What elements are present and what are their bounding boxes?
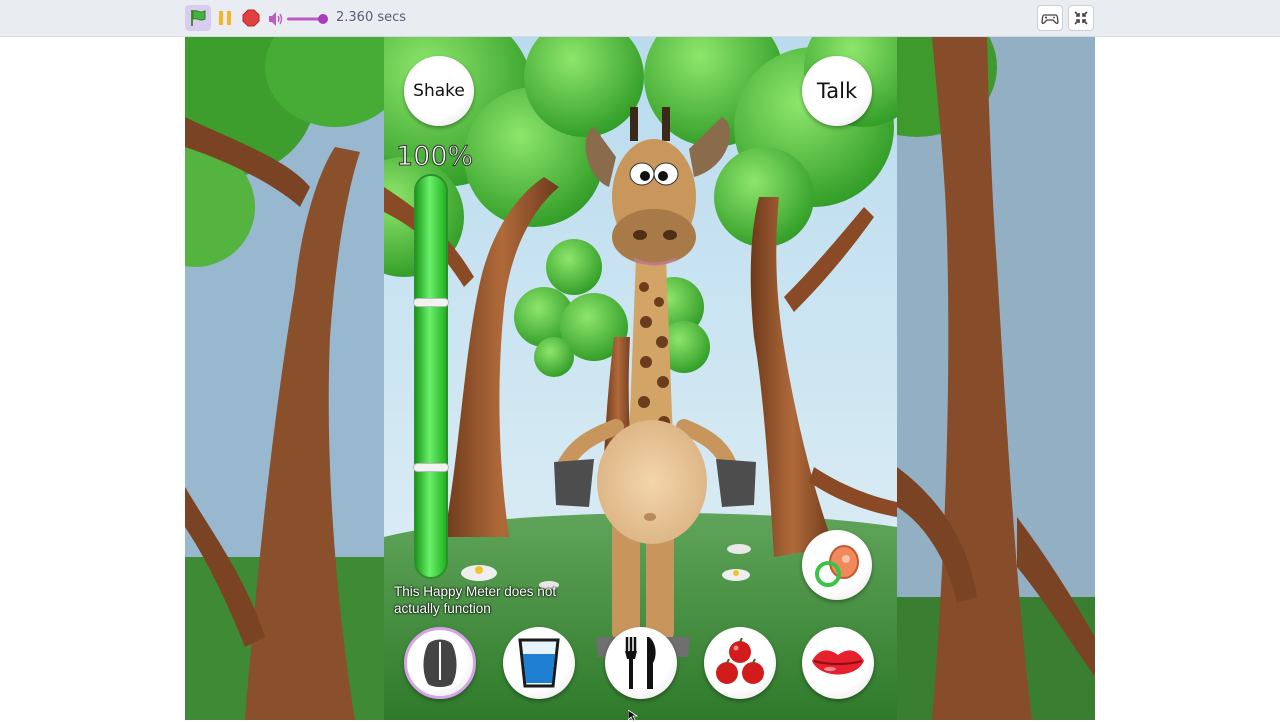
sleep-button[interactable] (404, 627, 476, 699)
pause-button[interactable] (212, 5, 238, 31)
gamepad-button[interactable] (1037, 5, 1063, 31)
player-toolbar: 2.360 secs (0, 0, 1280, 37)
volume-slider[interactable] (268, 10, 330, 28)
game-stage[interactable]: Shake Talk 100% This Happy Meter does no… (185, 37, 1095, 720)
lips-icon (812, 650, 864, 675)
exit-fullscreen-button[interactable] (1068, 5, 1094, 31)
giraffe-character[interactable] (384, 37, 897, 720)
pacifier-icon (815, 545, 859, 587)
happy-meter-bar (413, 174, 449, 579)
apples-icon (716, 638, 764, 684)
fork-knife-icon (625, 637, 656, 689)
water-button[interactable] (503, 627, 575, 699)
main-game-panel: Shake Talk 100% This Happy Meter does no… (384, 37, 897, 720)
sleep-icon (423, 639, 457, 687)
pause-icon (219, 11, 231, 25)
meter-ring (413, 298, 449, 307)
pacifier-button[interactable] (802, 530, 872, 600)
green-flag-icon (191, 10, 206, 26)
stop-icon (242, 9, 260, 27)
talk-button[interactable]: Talk (802, 56, 872, 126)
mouse-cursor-icon (628, 710, 638, 722)
apples-button[interactable] (704, 627, 776, 699)
volume-icon (269, 12, 328, 26)
happy-meter-note: This Happy Meter does not actually funct… (394, 584, 557, 616)
fullscreen-exit-icon (1074, 11, 1088, 25)
green-flag-button[interactable] (185, 5, 211, 31)
water-glass-icon (518, 638, 560, 688)
stop-button[interactable] (238, 5, 264, 31)
kiss-button[interactable] (802, 627, 874, 699)
elapsed-timer: 2.360 secs (336, 10, 407, 25)
shake-button[interactable]: Shake (404, 56, 474, 126)
left-background-forest (185, 37, 384, 720)
happy-meter-percentage: 100% (395, 141, 474, 173)
meter-ring (413, 463, 449, 472)
right-background-forest (897, 37, 1095, 720)
feed-button[interactable] (605, 627, 677, 699)
gamepad-icon (1041, 14, 1059, 24)
